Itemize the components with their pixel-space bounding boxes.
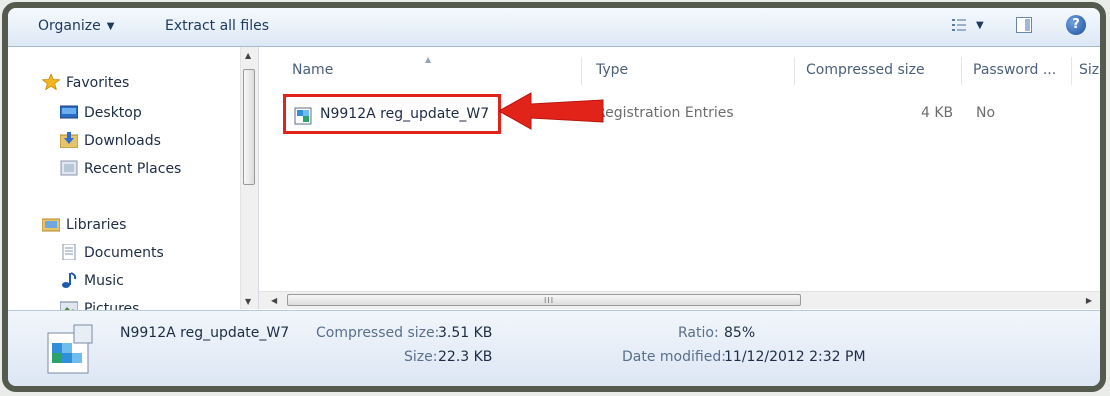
column-divider[interactable] <box>581 57 582 85</box>
nav-item-downloads[interactable]: Downloads <box>60 130 161 152</box>
documents-icon <box>62 244 76 260</box>
nav-label-music: Music <box>84 273 124 289</box>
registry-file-icon <box>294 107 312 125</box>
scrollbar-thumb[interactable] <box>243 69 255 185</box>
nav-label-desktop: Desktop <box>84 105 142 121</box>
sort-ascending-icon: ▲ <box>425 55 432 64</box>
scrollbar-grip: III <box>544 296 555 305</box>
registry-file-large-icon <box>47 324 93 374</box>
column-header-size[interactable]: Size <box>1079 62 1100 78</box>
nav-label-documents: Documents <box>84 245 164 261</box>
details-ratio-value: 85% <box>724 325 756 341</box>
file-compressed-size-cell: 4 KB <box>921 105 954 121</box>
horizontal-scrollbar-thumb[interactable]: III <box>287 294 801 306</box>
nav-item-recent-places[interactable]: Recent Places <box>60 158 181 180</box>
command-bar: Organize ▼ Extract all files ▼ ? <box>8 8 1100 47</box>
scroll-left-arrow-icon[interactable]: ◀ <box>271 296 277 305</box>
details-size-label: Size: <box>404 349 438 365</box>
help-icon[interactable]: ? <box>1066 15 1086 35</box>
file-row-name-highlighted[interactable]: N9912A reg_update_W7 <box>283 94 501 134</box>
column-header-type[interactable]: Type <box>596 62 628 78</box>
desktop-icon <box>60 105 78 119</box>
scroll-right-arrow-icon[interactable]: ▶ <box>1086 296 1092 305</box>
downloads-folder-icon <box>60 132 78 148</box>
details-date-modified-label: Date modified: <box>622 349 726 365</box>
nav-item-favorites[interactable]: Favorites <box>42 72 129 94</box>
chevron-down-icon: ▼ <box>106 21 115 32</box>
extract-all-files-button[interactable]: Extract all files <box>165 18 269 34</box>
column-header-name[interactable]: Name <box>292 62 333 78</box>
column-header-password[interactable]: Password ... <box>973 62 1056 78</box>
navigation-pane: Favorites Desktop Downloads Recent Place… <box>8 47 259 317</box>
file-list-pane: ▲ Name Type Compressed size Password ...… <box>259 47 1100 309</box>
change-view-icon[interactable] <box>952 19 966 31</box>
nav-item-documents[interactable]: Documents <box>60 242 164 264</box>
nav-item-desktop[interactable]: Desktop <box>60 102 142 124</box>
details-pane: N9912A reg_update_W7 Compressed size: 3.… <box>8 310 1100 386</box>
details-ratio-label: Ratio: <box>678 325 719 341</box>
column-divider[interactable] <box>1071 57 1072 85</box>
details-compressed-size-value: 3.51 KB <box>438 325 493 341</box>
nav-item-music[interactable]: Music <box>60 270 124 292</box>
organize-label: Organize <box>38 18 101 34</box>
details-compressed-size-label: Compressed size: <box>316 325 440 341</box>
nav-label-recent-places: Recent Places <box>84 161 182 177</box>
horizontal-scrollbar[interactable]: ◀ III ▶ <box>259 291 1100 309</box>
nav-label-libraries: Libraries <box>66 217 127 233</box>
nav-item-libraries[interactable]: Libraries <box>42 214 126 236</box>
view-options-chevron-icon[interactable]: ▼ <box>976 20 984 31</box>
details-filename: N9912A reg_update_W7 <box>120 325 290 341</box>
column-divider[interactable] <box>961 57 962 85</box>
nav-label-favorites: Favorites <box>66 75 130 91</box>
details-date-modified-value: 11/12/2012 2:32 PM <box>724 349 866 365</box>
red-pointer-arrow <box>499 92 604 130</box>
organize-button[interactable]: Organize ▼ <box>38 18 114 34</box>
star-icon <box>42 74 60 90</box>
file-password-cell: No <box>976 105 996 121</box>
scroll-down-arrow-icon[interactable]: ▼ <box>245 297 251 306</box>
details-size-value: 22.3 KB <box>438 349 493 365</box>
navigation-vertical-scrollbar[interactable]: ▲ ▼ <box>240 47 258 309</box>
column-header-compressed-size[interactable]: Compressed size <box>806 62 925 78</box>
nav-label-downloads: Downloads <box>84 133 161 149</box>
file-name-text: N9912A reg_update_W7 <box>320 106 490 122</box>
preview-pane-icon[interactable] <box>1016 17 1032 33</box>
libraries-icon <box>42 218 60 232</box>
column-divider[interactable] <box>794 57 795 85</box>
explorer-window: Organize ▼ Extract all files ▼ ? Favorite… <box>2 2 1106 392</box>
music-icon <box>62 272 77 288</box>
scroll-up-arrow-icon[interactable]: ▲ <box>245 51 251 60</box>
recent-places-icon <box>60 160 78 176</box>
file-type-cell: Registration Entries <box>596 105 734 121</box>
